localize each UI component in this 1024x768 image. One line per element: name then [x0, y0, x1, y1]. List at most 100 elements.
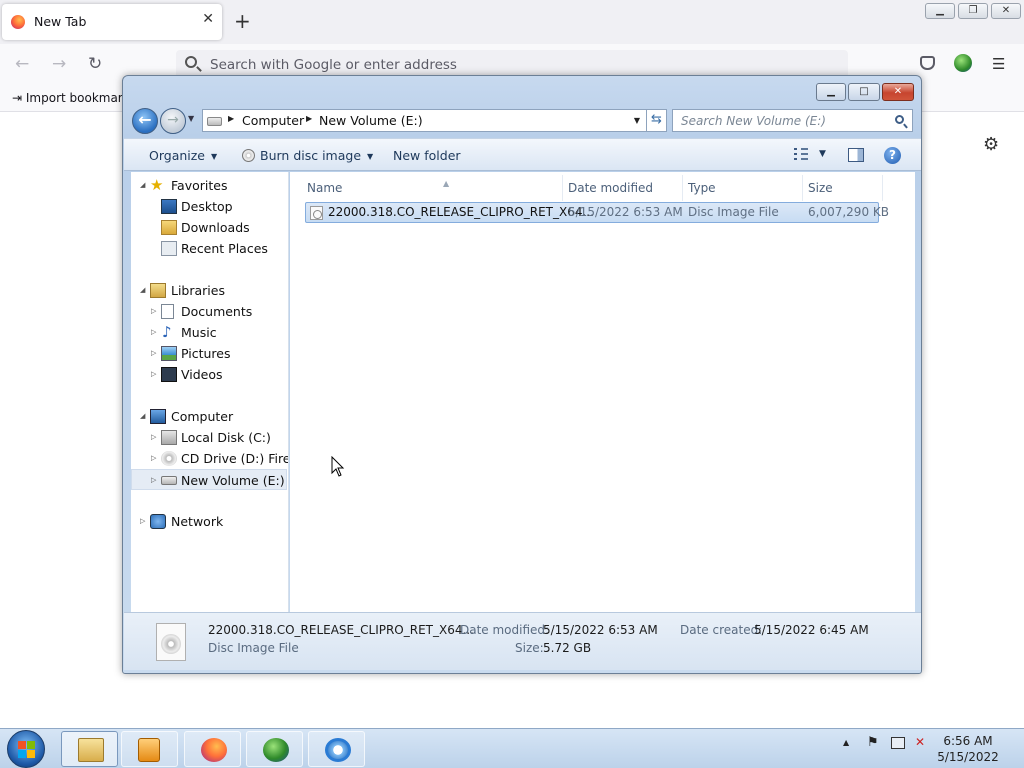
expand-arrow-icon[interactable]: ▷	[140, 511, 145, 532]
taskbar-internet-explorer[interactable]	[308, 731, 365, 767]
browser-restore-button[interactable]: ❐	[958, 3, 988, 19]
browser-close-button[interactable]: ✕	[991, 3, 1021, 19]
collapse-arrow-icon[interactable]: ◢	[140, 406, 145, 427]
explorer-maximize-button[interactable]: □	[848, 83, 880, 101]
taskbar-download-manager[interactable]	[246, 731, 303, 767]
browser-minimize-button[interactable]: ▁	[925, 3, 955, 19]
breadcrumb-separator-icon: ▶	[306, 114, 313, 123]
nav-libraries[interactable]: ◢ Libraries	[131, 280, 281, 301]
back-arrow-icon[interactable]: ←	[15, 54, 29, 74]
column-header-type[interactable]: Type	[686, 175, 803, 201]
nav-downloads[interactable]: Downloads	[131, 217, 281, 238]
nav-music[interactable]: ▷ ♪ Music	[131, 322, 281, 343]
column-header-size[interactable]: Size	[806, 175, 883, 201]
burn-disc-image-button[interactable]: Burn disc image ▼	[242, 148, 373, 163]
disc-icon	[242, 149, 255, 162]
nav-cd-drive-label: CD Drive (D:) Firefox	[181, 451, 288, 466]
disc-image-file-icon	[310, 206, 323, 220]
details-size: 5.72 GB	[543, 641, 592, 655]
burn-label: Burn disc image	[260, 148, 362, 163]
firefox-favicon-icon	[11, 15, 25, 29]
expand-arrow-icon[interactable]: ▷	[151, 427, 156, 448]
desktop-icon	[161, 199, 177, 214]
libraries-icon	[150, 283, 166, 298]
volume-muted-icon[interactable]: ✕	[915, 735, 925, 749]
recent-pages-dropdown[interactable]: ▼	[188, 114, 194, 123]
hamburger-menu-icon[interactable]: ☰	[992, 55, 1005, 73]
search-icon[interactable]	[895, 115, 904, 124]
breadcrumb-new-volume[interactable]: New Volume (E:)	[319, 113, 423, 128]
details-file-type: Disc Image File	[208, 641, 299, 655]
show-hidden-icons-icon[interactable]: ▲	[843, 738, 849, 747]
pocket-icon[interactable]	[920, 56, 935, 70]
forward-arrow-icon[interactable]: →	[52, 54, 66, 74]
reload-icon[interactable]: ↻	[88, 54, 102, 74]
sort-arrow-icon: ▲	[443, 179, 450, 188]
nav-network[interactable]: ▷ Network	[131, 511, 281, 532]
collapse-arrow-icon[interactable]: ◢	[140, 280, 145, 301]
media-player-icon	[138, 738, 160, 762]
drive-icon	[161, 476, 177, 485]
chevron-down-icon: ▼	[211, 152, 218, 161]
new-tab-button[interactable]: +	[234, 10, 251, 32]
nav-pictures[interactable]: ▷ Pictures	[131, 343, 281, 364]
taskbar-clock[interactable]: 6:56 AM 5/15/2022	[932, 733, 1004, 765]
start-button[interactable]	[7, 730, 45, 768]
taskbar-explorer[interactable]	[61, 731, 118, 767]
new-folder-button[interactable]: New folder	[393, 148, 461, 163]
file-date: 5/15/2022 6:53 AM	[568, 205, 683, 219]
extension-icon[interactable]	[954, 54, 972, 72]
details-date-modified: 5/15/2022 6:53 AM	[543, 623, 658, 637]
expand-arrow-icon[interactable]: ▷	[151, 448, 156, 469]
expand-arrow-icon[interactable]: ▷	[151, 301, 156, 322]
nav-favorites[interactable]: ◢ ★ Favorites	[131, 175, 281, 196]
taskbar-firefox[interactable]	[184, 731, 241, 767]
action-center-flag-icon[interactable]: ⚑	[867, 735, 879, 750]
collapse-arrow-icon[interactable]: ◢	[140, 175, 145, 196]
explorer-window: ▁ □ ✕ ← → ▼ ▶ Computer ▶ New Volume (E:)…	[122, 75, 922, 674]
expand-arrow-icon[interactable]: ▷	[151, 364, 156, 385]
address-dropdown-icon[interactable]: ▼	[634, 116, 640, 125]
explorer-minimize-button[interactable]: ▁	[816, 83, 846, 101]
nav-documents[interactable]: ▷ Documents	[131, 301, 281, 322]
file-row[interactable]: 22000.318.CO_RELEASE_CLIPRO_RET_X64... 5…	[305, 202, 889, 223]
nav-computer[interactable]: ◢ Computer	[131, 406, 281, 427]
nav-favorites-label: Favorites	[171, 178, 228, 193]
breadcrumb-computer[interactable]: Computer	[242, 113, 304, 128]
nav-cd-drive[interactable]: ▷ CD Drive (D:) Firefox	[131, 448, 288, 469]
nav-network-label: Network	[171, 514, 224, 529]
change-view-icon[interactable]	[794, 147, 810, 161]
back-button[interactable]: ←	[132, 108, 158, 134]
firefox-icon	[201, 738, 227, 762]
column-header-date[interactable]: Date modified	[566, 175, 683, 201]
help-icon[interactable]: ?	[884, 147, 901, 164]
search-placeholder: Search New Volume (E:)	[681, 114, 826, 128]
refresh-button[interactable]: ⇆	[647, 109, 667, 132]
expand-arrow-icon[interactable]: ▷	[151, 322, 156, 343]
column-header-name[interactable]: Name ▲	[305, 175, 563, 201]
nav-recent-places[interactable]: Recent Places	[131, 238, 281, 259]
nav-new-volume[interactable]: ▷ New Volume (E:)	[131, 469, 287, 490]
address-bar[interactable]: ▶ Computer ▶ New Volume (E:) ▼	[202, 109, 647, 132]
network-tray-icon[interactable]	[891, 737, 905, 749]
organize-button[interactable]: Organize ▼	[149, 148, 217, 163]
nav-local-disk-label: Local Disk (C:)	[181, 430, 271, 445]
nav-local-disk[interactable]: ▷ Local Disk (C:)	[131, 427, 287, 448]
expand-arrow-icon[interactable]: ▷	[151, 470, 156, 491]
organize-label: Organize	[149, 148, 205, 163]
preview-pane-icon[interactable]	[848, 148, 864, 162]
forward-button[interactable]: →	[160, 108, 186, 134]
taskbar-media-player[interactable]	[121, 731, 178, 767]
explorer-close-button[interactable]: ✕	[882, 83, 914, 101]
gear-icon[interactable]: ⚙	[983, 134, 999, 155]
expand-arrow-icon[interactable]: ▷	[151, 343, 156, 364]
windows-logo-blue	[18, 750, 26, 758]
close-tab-icon[interactable]: ✕	[202, 11, 214, 27]
browser-tab-new-tab[interactable]: New Tab ✕	[2, 4, 222, 40]
search-box[interactable]: Search New Volume (E:)	[672, 109, 913, 132]
nav-videos[interactable]: ▷ Videos	[131, 364, 281, 385]
nav-desktop[interactable]: Desktop	[131, 196, 281, 217]
downloads-folder-icon	[161, 220, 177, 235]
pictures-icon	[161, 346, 177, 361]
view-dropdown-icon[interactable]: ▼	[819, 149, 826, 159]
